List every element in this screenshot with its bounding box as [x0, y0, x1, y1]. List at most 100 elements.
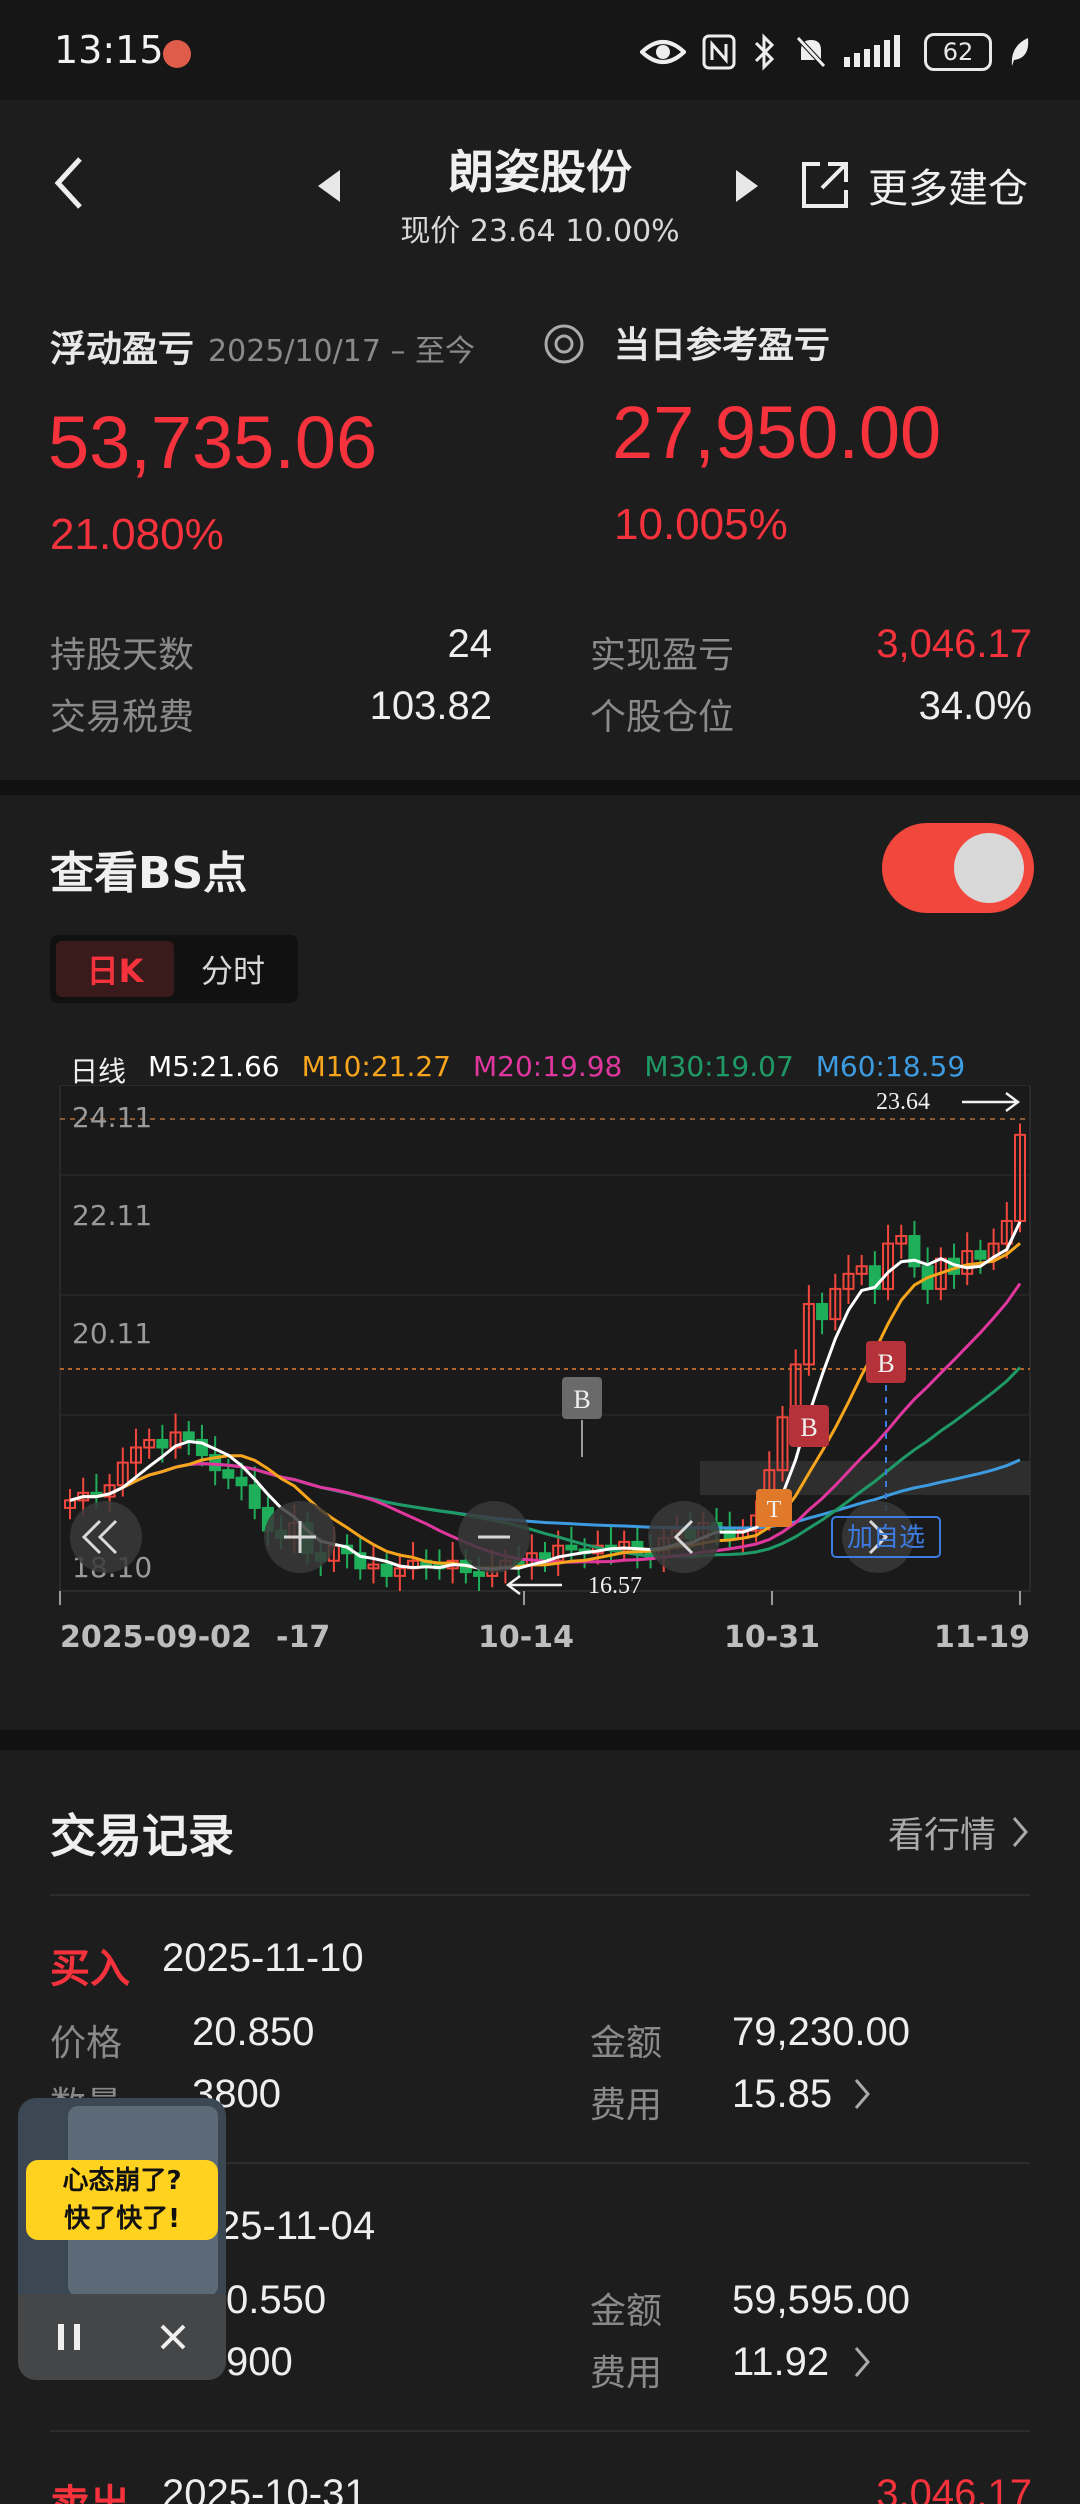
realized-pl-value: 3,046.17 — [876, 622, 1032, 666]
bluetooth-icon — [754, 33, 775, 71]
svg-text:B: B — [573, 1385, 590, 1414]
low-price-label: 16.57 — [588, 1573, 642, 1599]
header: 朗姿股份 现价 23.64 10.00% 更多建仓 — [0, 100, 1080, 260]
x-tick: 10-31 — [724, 1620, 820, 1655]
more-build-button[interactable]: 更多建仓 — [798, 156, 1028, 214]
view-quote-label: 看行情 — [887, 1815, 996, 1856]
toggle-knob — [954, 833, 1024, 903]
position-label: 个股仓位 — [590, 697, 735, 738]
candle — [248, 1484, 261, 1509]
qty-value: 900 — [226, 2340, 293, 2384]
y-tick: 22.11 — [72, 1199, 152, 1232]
trade-type: 卖出 — [50, 2472, 130, 2504]
day-pl-value: 27,950.00 — [612, 391, 942, 474]
candle — [565, 1544, 578, 1551]
position-value: 34.0% — [918, 684, 1032, 728]
status-bar: 13:15 62 — [0, 0, 1080, 100]
tax-value: 103.82 — [369, 684, 492, 728]
bs-title: 查看BS点 — [50, 848, 248, 899]
battery-icon: 62 — [924, 33, 992, 71]
fee-label: 费用 — [590, 2085, 663, 2126]
candle — [182, 1431, 195, 1441]
svg-text:B: B — [877, 1349, 894, 1378]
zoom-out-all-button[interactable] — [70, 1501, 142, 1573]
ma-line-label: 日线 — [70, 1055, 127, 1088]
candlestick-chart[interactable]: 24.11 22.11 20.11 18.10 23.64 16.57 B B … — [0, 1085, 1080, 1725]
battery-level: 62 — [942, 38, 974, 66]
float-pl-value: 53,735.06 — [48, 401, 378, 484]
trade-records-title: 交易记录 — [50, 1809, 234, 1863]
ma60-value: M60:18.59 — [815, 1050, 966, 1083]
x-tick: -17 — [276, 1620, 330, 1655]
y-tick: 20.11 — [72, 1317, 152, 1350]
amount-label: 金额 — [590, 2291, 663, 2332]
candle — [974, 1250, 987, 1260]
eye-toggle-icon[interactable] — [542, 322, 586, 366]
leaf-icon — [1011, 38, 1029, 66]
trade-date: 2025-10-31 — [162, 2472, 367, 2504]
svg-text:T: T — [767, 1497, 782, 1523]
add-watchlist-button[interactable]: 加自选 — [831, 1516, 941, 1558]
pause-icon[interactable] — [56, 2322, 82, 2352]
next-stock-icon[interactable] — [736, 170, 758, 202]
tab-intraday[interactable]: 分时 — [174, 941, 292, 997]
signal-icon — [844, 35, 900, 67]
zoom-out-button[interactable] — [458, 1501, 530, 1573]
fee-value: 15.85 — [732, 2072, 833, 2116]
svg-text:加自选: 加自选 — [847, 1523, 925, 1553]
t-marker[interactable]: T — [756, 1489, 792, 1527]
ma5-value: M5:21.66 — [148, 1050, 280, 1083]
video-pip[interactable]: 心态崩了? 快了快了! — [18, 2098, 226, 2380]
chevron-right-icon[interactable] — [852, 2076, 872, 2112]
status-icons: 62 — [640, 30, 1030, 74]
amount-value: 79,230.00 — [732, 2010, 910, 2054]
price-value: 0.550 — [226, 2278, 327, 2322]
fee-label: 费用 — [590, 2353, 663, 2394]
scroll-left-button[interactable] — [648, 1501, 720, 1573]
y-tick: 24.11 — [72, 1101, 152, 1134]
day-pl-pct: 10.005% — [614, 500, 788, 549]
high-price-label: 23.64 — [876, 1089, 930, 1115]
divider — [50, 1894, 1030, 1896]
x-tick: 11-19 — [934, 1620, 1030, 1655]
price-label: 价格 — [50, 2023, 123, 2064]
trade-date: 2025-11-10 — [162, 1936, 364, 1980]
candle — [473, 1571, 486, 1577]
ma30-value: M30:19.07 — [644, 1050, 794, 1083]
candle — [156, 1438, 169, 1449]
x-tick: 2025-09-02 — [60, 1620, 252, 1655]
chevron-right-icon[interactable] — [852, 2344, 872, 2380]
float-pl-label: 浮动盈亏 2025/10/17 – 至今 — [50, 329, 475, 370]
status-time: 13:15 — [54, 28, 164, 72]
view-quote-link[interactable]: 看行情 — [888, 1806, 1030, 1858]
float-pl-date: 2025/10/17 – 至今 — [208, 334, 475, 369]
nfc-icon — [702, 34, 736, 70]
float-pl-pct: 21.080% — [50, 510, 224, 559]
svg-text:B: B — [800, 1413, 817, 1442]
pip-controls — [18, 2294, 226, 2380]
section-divider — [0, 780, 1080, 795]
fee-value: 11.92 — [732, 2340, 830, 2384]
more-build-label: 更多建仓 — [868, 166, 1028, 212]
caption-line: 心态崩了? — [62, 2166, 182, 2196]
candle — [816, 1303, 829, 1321]
tax-label: 交易税费 — [50, 697, 195, 738]
chart-tabs: 日K 分时 — [50, 935, 298, 1003]
candle — [380, 1563, 393, 1577]
amount-label: 金额 — [590, 2023, 663, 2064]
chevron-right-icon — [1012, 1817, 1028, 1847]
candle — [235, 1476, 248, 1487]
trade-date: 25-11-04 — [218, 2204, 376, 2248]
notification-app-icon — [163, 40, 191, 68]
bs-toggle[interactable] — [882, 823, 1034, 913]
zoom-in-button[interactable] — [264, 1501, 336, 1573]
hold-days-label: 持股天数 — [50, 635, 195, 676]
tab-daily-k[interactable]: 日K — [56, 941, 174, 997]
buy-marker[interactable]: B — [789, 1405, 829, 1447]
share-external-icon — [802, 162, 848, 208]
realized-value: 3,046.17 — [876, 2472, 1032, 2504]
close-icon[interactable] — [158, 2322, 188, 2352]
day-pl-label: 当日参考盈亏 — [614, 325, 831, 366]
ma10-value: M10:21.27 — [301, 1050, 451, 1083]
ma20-value: M20:19.98 — [472, 1050, 623, 1083]
